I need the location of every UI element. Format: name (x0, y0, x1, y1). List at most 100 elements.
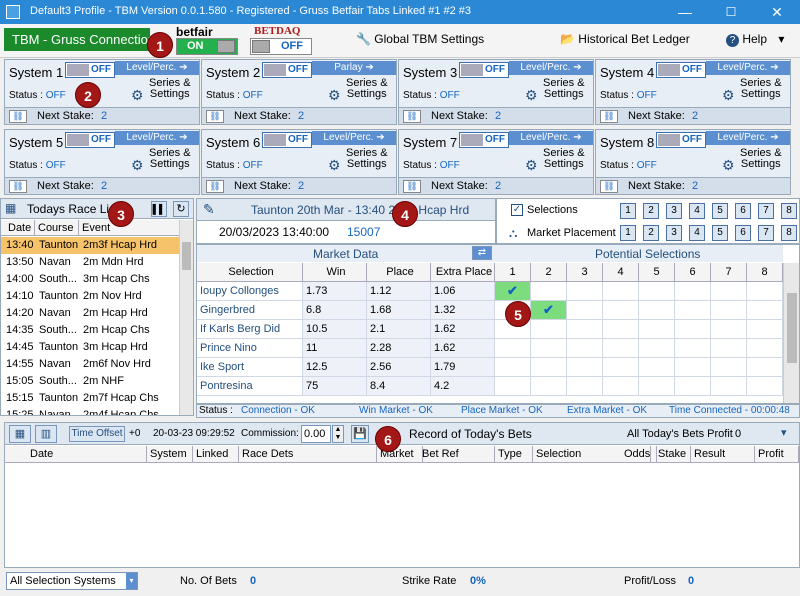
potential-cell[interactable] (711, 339, 747, 358)
bets-column-header[interactable]: Profit (755, 446, 799, 463)
potential-cell[interactable] (495, 377, 531, 396)
link-icon[interactable]: ⛓ (9, 180, 27, 193)
scrollbar-thumb[interactable] (787, 293, 797, 363)
potential-cell[interactable] (603, 282, 639, 301)
series-settings-button[interactable]: Series & Settings (149, 148, 191, 170)
gear-icon[interactable]: ⚙ (525, 157, 538, 174)
swap-button[interactable]: ⇄ (472, 246, 492, 260)
pause-button[interactable]: ▌▌ (151, 201, 167, 217)
potential-column-header[interactable]: 3 (567, 263, 603, 282)
race-row[interactable]: 14:35 South... 2m Hcap Chs (1, 322, 179, 339)
system-mode-button[interactable]: Level/Perc. ➔ (115, 131, 199, 145)
scrollbar-thumb[interactable] (182, 242, 191, 270)
series-settings-button[interactable]: Series & Settings (740, 78, 782, 100)
race-row[interactable]: 13:40 Taunton 2m3f Hcap Hrd (1, 237, 179, 254)
selection-number-button[interactable]: 8 (781, 203, 797, 219)
race-list-scrollbar[interactable] (179, 220, 193, 415)
potential-cell[interactable] (639, 282, 675, 301)
system-mode-button[interactable]: Level/Perc. ➔ (115, 61, 199, 75)
potential-column-header[interactable]: 8 (747, 263, 783, 282)
series-settings-button[interactable]: Series & Settings (346, 78, 388, 100)
potential-column-header[interactable]: 6 (675, 263, 711, 282)
maximize-button[interactable]: ☐ (708, 0, 754, 24)
link-icon[interactable]: ⛓ (206, 110, 224, 123)
bets-column-header[interactable]: System (147, 446, 193, 463)
runner-row[interactable]: Pontresina 75 8.4 4.2 (197, 377, 783, 396)
potential-cell[interactable]: ✔ (495, 282, 531, 301)
potential-cell[interactable] (747, 301, 783, 320)
bets-column-header[interactable]: Date (27, 446, 147, 463)
system-mode-button[interactable]: Level/Perc. ➔ (509, 61, 593, 75)
potential-cell[interactable] (711, 320, 747, 339)
potential-cell[interactable] (675, 320, 711, 339)
bets-column-header[interactable]: Linked (193, 446, 239, 463)
column-selection[interactable]: Selection (197, 263, 303, 282)
chevron-down-icon[interactable]: ▾ (126, 573, 137, 589)
minimize-button[interactable]: — (662, 0, 708, 24)
potential-cell[interactable] (711, 358, 747, 377)
calendar-icon[interactable]: ▦ (9, 425, 31, 443)
commission-input[interactable]: 0.00 (301, 425, 331, 443)
link-icon[interactable]: ⛓ (600, 110, 618, 123)
potential-cell[interactable] (747, 282, 783, 301)
potential-cell[interactable] (531, 358, 567, 377)
series-settings-button[interactable]: Series & Settings (543, 78, 585, 100)
selections-checkbox[interactable]: ✓ (511, 204, 523, 216)
placement-number-button[interactable]: 1 (620, 225, 636, 241)
race-row[interactable]: 15:25 Navan 2m4f Hcap Chs (1, 407, 179, 415)
link-icon[interactable]: ⛓ (403, 110, 421, 123)
runner-row[interactable]: Gingerbred 6.8 1.68 1.32 ✔ (197, 301, 783, 320)
potential-cell[interactable] (675, 301, 711, 320)
system-toggle[interactable]: OFF (656, 62, 706, 78)
gear-icon[interactable]: ⚙ (328, 157, 341, 174)
link-icon[interactable]: ⛓ (600, 180, 618, 193)
refresh-button[interactable]: ↻ (173, 201, 189, 217)
runner-row[interactable]: If Karls Berg Did 10.5 2.1 1.62 (197, 320, 783, 339)
link-icon[interactable]: ⛓ (206, 180, 224, 193)
column-date[interactable]: Date (5, 220, 35, 236)
placement-number-button[interactable]: 3 (666, 225, 682, 241)
system-mode-button[interactable]: Level/Perc. ➔ (509, 131, 593, 145)
potential-cell[interactable] (639, 339, 675, 358)
potential-cell[interactable] (603, 358, 639, 377)
placement-number-button[interactable]: 7 (758, 225, 774, 241)
potential-cell[interactable] (747, 358, 783, 377)
chevron-down-icon[interactable]: ▾ (781, 426, 787, 439)
series-settings-button[interactable]: Series & Settings (740, 148, 782, 170)
placement-number-button[interactable]: 5 (712, 225, 728, 241)
potential-cell[interactable] (639, 358, 675, 377)
selection-number-button[interactable]: 7 (758, 203, 774, 219)
column-place[interactable]: Place (367, 263, 431, 282)
potential-cell[interactable] (603, 377, 639, 396)
bets-column-header[interactable]: Odds (621, 446, 657, 463)
placement-number-button[interactable]: 8 (781, 225, 797, 241)
time-offset-button[interactable]: Time Offset (69, 426, 125, 442)
selection-number-button[interactable]: 1 (620, 203, 636, 219)
potential-cell[interactable]: ✔ (531, 301, 567, 320)
gear-icon[interactable]: ⚙ (328, 87, 341, 104)
potential-column-header[interactable]: 2 (531, 263, 567, 282)
potential-cell[interactable] (567, 339, 603, 358)
race-row[interactable]: 14:10 Taunton 2m Nov Hrd (1, 288, 179, 305)
race-row[interactable]: 14:55 Navan 2m6f Nov Hrd (1, 356, 179, 373)
system-mode-button[interactable]: Level/Perc. ➔ (706, 61, 790, 75)
placement-number-button[interactable]: 2 (643, 225, 659, 241)
potential-cell[interactable] (639, 301, 675, 320)
potential-cell[interactable] (603, 301, 639, 320)
race-row[interactable]: 13:50 Navan 2m Mdn Hrd (1, 254, 179, 271)
potential-cell[interactable] (711, 377, 747, 396)
gear-icon[interactable]: ⚙ (131, 87, 144, 104)
potential-cell[interactable] (567, 282, 603, 301)
column-extra-place[interactable]: Extra Place (431, 263, 495, 282)
potential-cell[interactable] (675, 339, 711, 358)
potential-cell[interactable] (711, 282, 747, 301)
gear-icon[interactable]: ⚙ (131, 157, 144, 174)
help-button[interactable]: ? Help ▾ (726, 32, 784, 47)
gear-icon[interactable]: ⚙ (722, 87, 735, 104)
race-row[interactable]: 14:20 Navan 2m Hcap Hrd (1, 305, 179, 322)
bet-ledger-button[interactable]: 📂 Historical Bet Ledger (560, 32, 690, 46)
bets-column-header[interactable]: Bet Ref (419, 446, 495, 463)
race-row[interactable]: 14:00 South... 3m Hcap Chs (1, 271, 179, 288)
runner-row[interactable]: Prince Nino 11 2.28 1.62 (197, 339, 783, 358)
runner-row[interactable]: Ioupy Collonges 1.73 1.12 1.06 ✔ (197, 282, 783, 301)
